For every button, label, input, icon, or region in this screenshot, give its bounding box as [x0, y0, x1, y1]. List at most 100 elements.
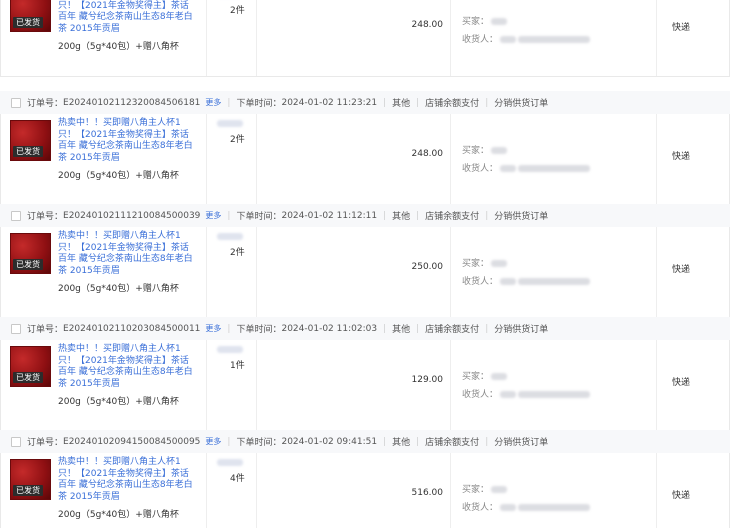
- divider: |: [416, 97, 420, 108]
- column-divider: [656, 114, 657, 205]
- order-type: 分销供货订单: [494, 212, 549, 222]
- column-divider: [206, 227, 207, 318]
- column-divider: [656, 453, 657, 528]
- unit-price-redacted: [217, 346, 243, 353]
- receiver-name-redacted: [500, 36, 517, 43]
- product-thumbnail[interactable]: 已发货: [10, 233, 51, 274]
- order-header: 订单号： E20240102112320084506181 更多 | 下单时间：…: [0, 91, 730, 114]
- buyer-label: 买家：: [462, 372, 490, 382]
- product-title-link[interactable]: 热卖中！！买即赠八角主人杯1只！【2021年金物奖得主】茶话百年 藏兮纪念茶南山…: [58, 231, 193, 277]
- shipping-method: 快递: [672, 152, 691, 162]
- quantity: 1件: [230, 361, 245, 371]
- order-row: 已发货 热卖中！！买即赠八角主人杯1只！【2021年金物奖得主】茶话百年 藏兮纪…: [0, 0, 730, 77]
- receiver-phone-redacted: [518, 391, 591, 398]
- order-row: 已发货 热卖中！！买即赠八角主人杯1只！【2021年金物奖得主】茶话百年 藏兮纪…: [0, 114, 730, 206]
- order-block: 订单号： E20240102111210084500039 更多 | 下单时间：…: [0, 204, 730, 319]
- column-divider: [450, 114, 451, 205]
- product-title-link[interactable]: 热卖中！！买即赠八角主人杯1只！【2021年金物奖得主】茶话百年 藏兮纪念茶南山…: [58, 118, 193, 164]
- receiver-name-redacted: [500, 165, 517, 172]
- more-link[interactable]: 更多: [205, 436, 221, 447]
- product-title-link[interactable]: 热卖中！！买即赠八角主人杯1只！【2021年金物奖得主】茶话百年 藏兮纪念茶南山…: [58, 457, 193, 503]
- order-time: 2024-01-02 09:41:51: [281, 436, 378, 447]
- product-thumbnail[interactable]: 已发货: [10, 459, 51, 500]
- order-source: 其他: [392, 99, 411, 109]
- receiver-phone-redacted: [518, 504, 591, 511]
- order-type: 分销供货订单: [494, 325, 549, 335]
- order-number-label: 订单号：: [27, 99, 64, 109]
- product-spec: 200g（5g*40包）+赠八角杯: [58, 42, 179, 52]
- buyer-name-redacted: [491, 486, 508, 493]
- receiver-label: 收货人：: [462, 277, 499, 287]
- product-thumbnail[interactable]: 已发货: [10, 0, 51, 32]
- receiver-label: 收货人：: [462, 503, 499, 513]
- payment-method: 店铺余额支付: [425, 212, 480, 222]
- order-header: 订单号： E20240102094150084500095 更多 | 下单时间：…: [0, 430, 730, 453]
- order-list: 已发货 热卖中！！买即赠八角主人杯1只！【2021年金物奖得主】茶话百年 藏兮纪…: [0, 0, 730, 528]
- column-divider: [450, 227, 451, 318]
- column-divider: [206, 340, 207, 431]
- divider: |: [485, 210, 489, 221]
- product-thumbnail[interactable]: 已发货: [10, 120, 51, 161]
- receiver-label: 收货人：: [462, 35, 499, 45]
- divider: |: [227, 210, 231, 221]
- shipping-method: 快递: [672, 491, 691, 501]
- product-title-link[interactable]: 热卖中！！买即赠八角主人杯1只！【2021年金物奖得主】茶话百年 藏兮纪念茶南山…: [58, 0, 193, 35]
- buyer-info: 买家： 收货人：: [462, 13, 591, 49]
- quantity: 2件: [230, 248, 245, 258]
- order-select-checkbox[interactable]: [11, 436, 21, 447]
- column-divider: [206, 114, 207, 205]
- column-divider: [206, 453, 207, 528]
- buyer-name-redacted: [491, 147, 508, 154]
- shipping-method: 快递: [672, 23, 691, 33]
- order-block: 已发货 热卖中！！买即赠八角主人杯1只！【2021年金物奖得主】茶话百年 藏兮纪…: [0, 0, 730, 77]
- more-link[interactable]: 更多: [205, 210, 221, 221]
- buyer-name-redacted: [491, 18, 508, 25]
- receiver-name-redacted: [500, 391, 517, 398]
- shipped-badge: 已发货: [13, 485, 43, 496]
- order-header: 订单号： E20240102110203084500011 更多 | 下单时间：…: [0, 317, 730, 340]
- payment-method: 店铺余额支付: [425, 325, 480, 335]
- divider: |: [383, 210, 387, 221]
- buyer-info: 买家： 收货人：: [462, 255, 591, 291]
- product-thumbnail[interactable]: 已发货: [10, 346, 51, 387]
- order-row: 已发货 热卖中！！买即赠八角主人杯1只！【2021年金物奖得主】茶话百年 藏兮纪…: [0, 227, 730, 319]
- unit-price-redacted: [217, 233, 243, 240]
- product-spec: 200g（5g*40包）+赠八角杯: [58, 510, 179, 520]
- column-divider: [656, 0, 657, 76]
- order-select-checkbox[interactable]: [11, 97, 21, 108]
- column-divider: [450, 340, 451, 431]
- buyer-info: 买家： 收货人：: [462, 368, 591, 404]
- buyer-info: 买家： 收货人：: [462, 142, 591, 178]
- product-title-link[interactable]: 热卖中！！买即赠八角主人杯1只！【2021年金物奖得主】茶话百年 藏兮纪念茶南山…: [58, 344, 193, 390]
- buyer-name-redacted: [491, 260, 508, 267]
- order-type: 分销供货订单: [494, 438, 549, 448]
- order-number-label: 订单号：: [27, 438, 64, 448]
- column-divider: [656, 340, 657, 431]
- more-link[interactable]: 更多: [205, 323, 221, 334]
- order-amount: 250.00: [411, 262, 444, 272]
- unit-price-redacted: [217, 120, 243, 127]
- payment-method: 店铺余额支付: [425, 438, 480, 448]
- order-time-label: 下单时间：: [236, 212, 282, 222]
- receiver-name-redacted: [500, 278, 517, 285]
- payment-method: 店铺余额支付: [425, 99, 480, 109]
- divider: |: [416, 210, 420, 221]
- order-amount: 248.00: [411, 149, 444, 159]
- order-select-checkbox[interactable]: [11, 210, 21, 221]
- divider: |: [227, 323, 231, 334]
- column-divider: [256, 453, 257, 528]
- order-number: E20240102112320084506181: [63, 97, 201, 108]
- order-block: 订单号： E20240102112320084506181 更多 | 下单时间：…: [0, 91, 730, 206]
- order-number-label: 订单号：: [27, 212, 64, 222]
- more-link[interactable]: 更多: [205, 97, 221, 108]
- order-number: E20240102110203084500011: [63, 323, 201, 334]
- divider: |: [485, 323, 489, 334]
- order-source: 其他: [392, 212, 411, 222]
- quantity: 4件: [230, 474, 245, 484]
- shipped-badge: 已发货: [13, 372, 43, 383]
- order-select-checkbox[interactable]: [11, 323, 21, 334]
- order-time: 2024-01-02 11:12:11: [281, 210, 378, 221]
- column-divider: [450, 453, 451, 528]
- divider: |: [383, 436, 387, 447]
- order-row: 已发货 热卖中！！买即赠八角主人杯1只！【2021年金物奖得主】茶话百年 藏兮纪…: [0, 340, 730, 432]
